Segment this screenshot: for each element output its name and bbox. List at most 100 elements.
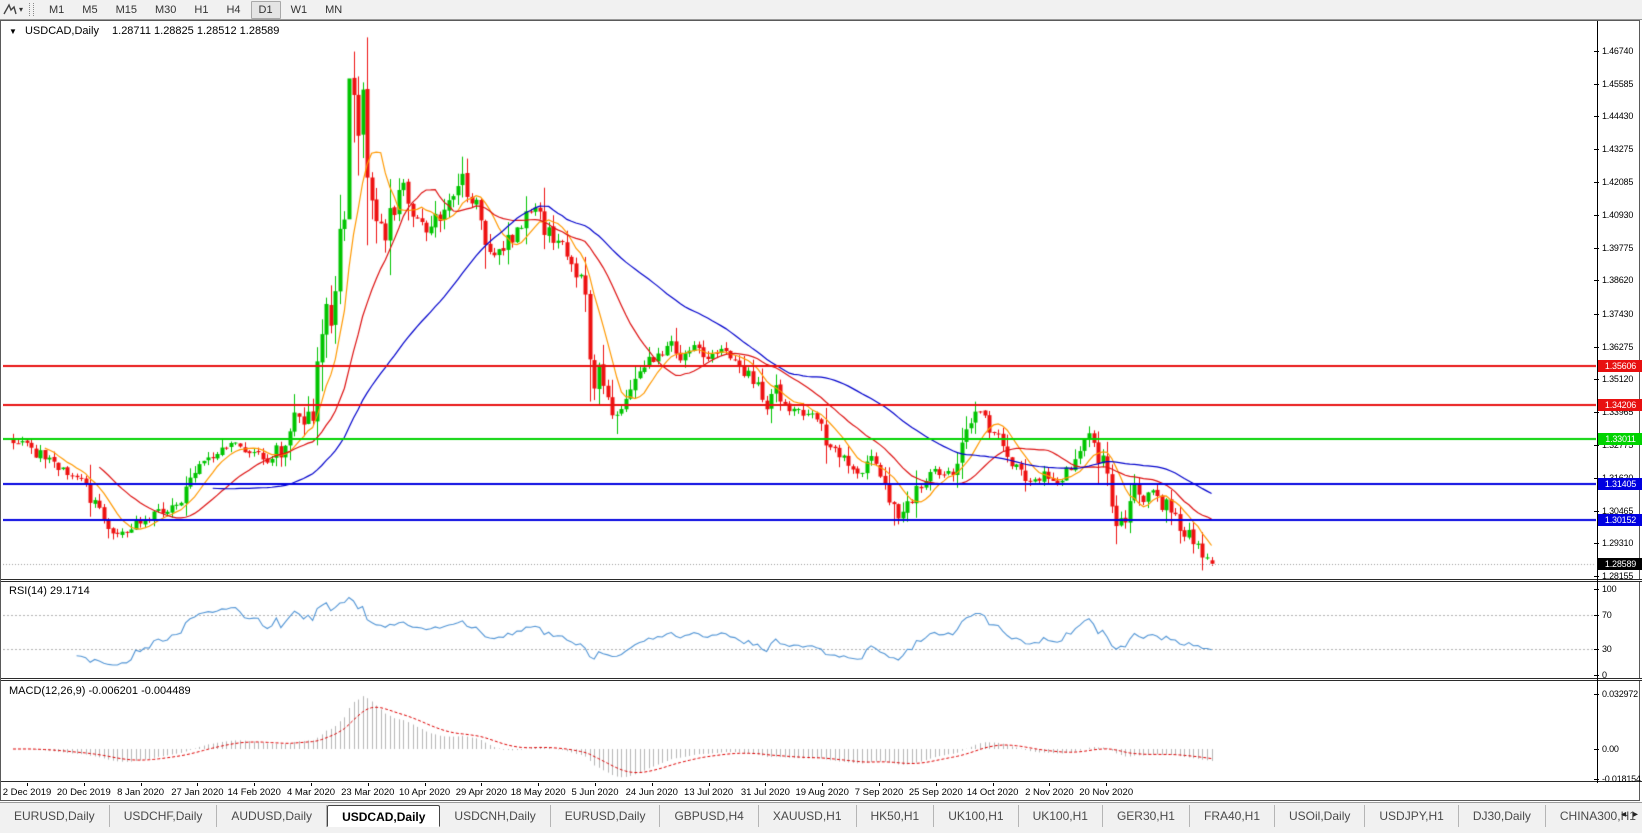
rsi-axis-tick <box>1594 649 1599 650</box>
price-axis-tick <box>1594 314 1599 315</box>
price-axis-tick <box>1594 149 1599 150</box>
rsi-axis-label: 30 <box>1602 644 1612 655</box>
price-line-tag-resistance: 1.35606 <box>1598 359 1642 372</box>
price-axis-label: 1.45585 <box>1602 78 1634 89</box>
price-axis-tick <box>1594 543 1599 544</box>
date-axis-tick <box>197 783 198 786</box>
price-axis-tick <box>1594 379 1599 380</box>
price-axis-label: 1.46740 <box>1602 46 1634 56</box>
rsi-indicator-label: RSI(14) 29.1714 <box>9 585 90 597</box>
date-axis-tick <box>993 783 994 786</box>
date-axis-tick <box>1049 783 1050 786</box>
chart-tab-hk50-h1[interactable]: HK50,H1 <box>857 805 935 827</box>
tab-scroll-arrows: ◂ ▸ <box>1619 809 1640 820</box>
chart-tab-usdchf-daily[interactable]: USDCHF,Daily <box>110 805 218 827</box>
rsi-axis-label: 0 <box>1602 670 1607 680</box>
price-axis-label: 1.39775 <box>1602 242 1634 253</box>
price-axis-tick <box>1594 445 1599 446</box>
price-axis-label: 1.42085 <box>1602 177 1634 188</box>
price-axis-label: 1.35120 <box>1602 374 1634 385</box>
timeframe-button-mn[interactable]: MN <box>317 1 350 19</box>
panel-divider-rsi-macd[interactable] <box>1 678 1642 681</box>
timeframe-buttons: M1 M5 M15 M30 H1 H4 D1 W1 MN <box>40 0 351 19</box>
chart-tab-usdcnh-daily[interactable]: USDCNH,Daily <box>440 805 551 827</box>
date-axis-tick <box>481 783 482 786</box>
chart-tab-eurusd-daily[interactable]: EURUSD,Daily <box>551 805 661 827</box>
toolbar-dropdown-caret-icon[interactable]: ▾ <box>19 5 23 14</box>
macd-axis-label: 0.032972 <box>1602 689 1638 699</box>
chart-tab-ger30-h1[interactable]: GER30,H1 <box>1103 805 1190 827</box>
timeframe-button-m30[interactable]: M30 <box>147 1 184 19</box>
macd-axis-label: -0.018154 <box>1602 774 1641 785</box>
price-axis-tick <box>1594 412 1599 413</box>
chart-tab-fra40-h1[interactable]: FRA40,H1 <box>1190 805 1276 827</box>
panel-divider-main-rsi[interactable] <box>1 579 1642 582</box>
rsi-axis-label: 70 <box>1602 609 1612 620</box>
rsi-axis-label: 100 <box>1602 584 1617 594</box>
price-axis-tick <box>1594 215 1599 216</box>
chart-tab-dj30-daily[interactable]: DJ30,Daily <box>1459 805 1546 827</box>
date-axis-tick <box>765 783 766 786</box>
price-axis-label: 1.38620 <box>1602 275 1634 286</box>
price-axis-label: 1.40930 <box>1602 210 1634 221</box>
price-axis-tick <box>1594 248 1599 249</box>
timeframe-button-m5[interactable]: M5 <box>74 1 105 19</box>
price-axis-tick <box>1594 280 1599 281</box>
price-axis-label: 1.36275 <box>1602 341 1634 352</box>
rsi-axis-tick <box>1594 589 1599 590</box>
date-axis-tick <box>879 783 880 786</box>
price-axis-tick <box>1594 51 1599 52</box>
date-axis-tick <box>311 783 312 786</box>
date-axis-label: 20 Nov 2020 <box>1079 787 1134 798</box>
date-axis-tick <box>595 783 596 786</box>
chart-tab-audusd-daily[interactable]: AUDUSD,Daily <box>217 805 328 827</box>
price-axis-tick <box>1594 576 1599 577</box>
chart-tab-gbpusd-h4[interactable]: GBPUSD,H4 <box>660 805 759 827</box>
macd-axis-label: 0.00 <box>1602 744 1619 754</box>
macd-axis-tick <box>1594 749 1599 750</box>
date-axis-tick <box>652 783 653 786</box>
chart-tab-uk100-h1[interactable]: UK100,H1 <box>1019 805 1103 827</box>
price-axis-label: 1.37430 <box>1602 308 1634 319</box>
chart-tab-usoil-daily[interactable]: USOil,Daily <box>1275 805 1366 827</box>
date-axis-tick <box>141 783 142 786</box>
price-axis-tick <box>1594 84 1599 85</box>
timeframe-button-w1[interactable]: W1 <box>283 1 316 19</box>
timeframe-button-m1[interactable]: M1 <box>41 1 72 19</box>
price-axis-tick <box>1594 511 1599 512</box>
tab-scroll-left-icon[interactable]: ◂ <box>1621 809 1626 820</box>
price-axis-label: 1.44430 <box>1602 111 1634 122</box>
rsi-axis-tick <box>1594 615 1599 616</box>
chart-tab-xauusd-h1[interactable]: XAUUSD,H1 <box>759 805 857 827</box>
chart-tab-bar: EURUSD,Daily USDCHF,Daily AUDUSD,Daily USDC… <box>0 802 1642 833</box>
timeframe-button-m15[interactable]: M15 <box>108 1 145 19</box>
chart-tab-uk100-h1[interactable]: UK100,H1 <box>934 805 1019 827</box>
date-axis-tick <box>936 783 937 786</box>
timeframe-button-d1[interactable]: D1 <box>250 1 281 19</box>
timeframe-button-h4[interactable]: H4 <box>218 1 248 19</box>
price-axis-tick <box>1594 116 1599 117</box>
macd-indicator-label: MACD(12,26,9) -0.006201 -0.004489 <box>9 685 191 697</box>
tab-scroll-right-icon[interactable]: ▸ <box>1633 809 1638 820</box>
date-axis-tick <box>425 783 426 786</box>
chart-tabs: EURUSD,Daily USDCHF,Daily AUDUSD,Daily USDC… <box>0 805 1642 827</box>
toolbar-grip-handle[interactable] <box>29 3 35 16</box>
chart-tab-usdcad-daily[interactable]: USDCAD,Daily <box>327 805 441 827</box>
timeframe-toolbar: ▾ M1 M5 M15 M30 H1 H4 D1 W1 MN <box>0 0 1642 20</box>
chart-tab-usdjpy-h1[interactable]: USDJPY,H1 <box>1365 805 1459 827</box>
rsi-axis-tick <box>1594 675 1599 676</box>
timeframe-button-h1[interactable]: H1 <box>186 1 216 19</box>
price-axis-tick <box>1594 182 1599 183</box>
chart-cursor-icon[interactable] <box>3 3 17 16</box>
date-axis-tick <box>822 783 823 786</box>
main-price-chart-canvas[interactable] <box>3 22 1596 580</box>
chart-window: ▼ USDCAD,Daily 1.28711 1.28825 1.28512 1… <box>0 20 1642 801</box>
date-axis-tick <box>84 783 85 786</box>
price-line-tag-support: 1.31405 <box>1598 478 1642 491</box>
macd-axis-tick <box>1594 779 1599 780</box>
macd-axis-tick <box>1594 694 1599 695</box>
date-axis-tick <box>368 783 369 786</box>
macd-indicator-canvas[interactable] <box>3 681 1596 781</box>
rsi-indicator-canvas[interactable] <box>3 583 1596 678</box>
chart-tab-eurusd-daily[interactable]: EURUSD,Daily <box>0 805 110 827</box>
